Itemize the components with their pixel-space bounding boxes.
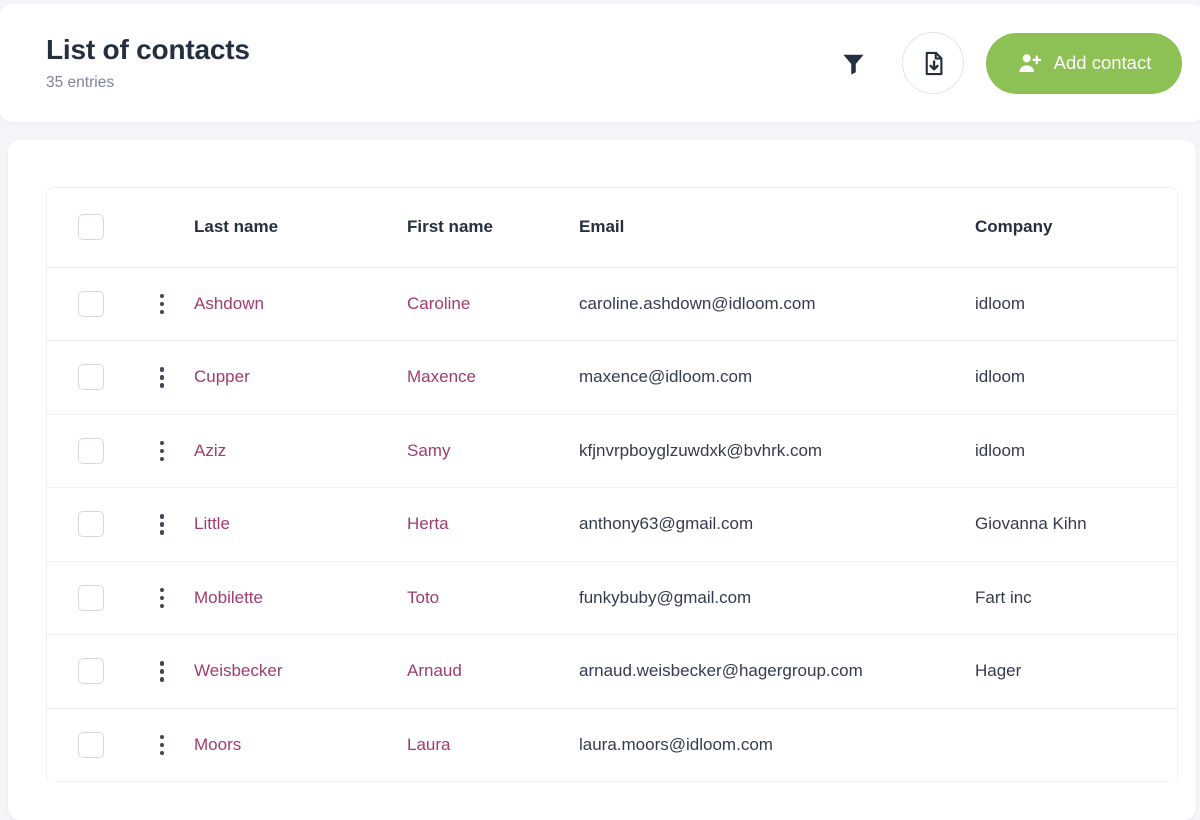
contacts-table-card: Last name First name Email Company Ashdo… [8,140,1196,820]
column-header-first-name[interactable]: First name [406,188,577,267]
row-menu-dots-icon[interactable] [151,511,173,537]
row-menu-dots-icon[interactable] [151,438,173,464]
header-actions: Add contact [830,32,1182,94]
add-contact-button[interactable]: Add contact [986,33,1182,94]
person-plus-icon [1017,51,1042,76]
cell-company: Hager [973,635,1178,709]
table-row: Cupper Maxence maxence@idloom.com idloom [47,341,1178,415]
cell-first-name: Maxence [406,341,577,415]
last-name-link[interactable]: Ashdown [194,294,264,313]
last-name-link[interactable]: Cupper [194,367,250,386]
cell-last-name: Moors [193,708,406,782]
row-menu-dots-icon[interactable] [151,364,173,390]
filter-funnel-icon [840,50,867,77]
select-all-checkbox[interactable] [78,214,104,240]
row-select-cell [47,488,193,562]
page-header-card: List of contacts 35 entries [0,4,1200,122]
cell-last-name: Aziz [193,414,406,488]
cell-first-name: Arnaud [406,635,577,709]
row-menu-dots-icon[interactable] [151,732,173,758]
first-name-link[interactable]: Herta [407,514,449,533]
contacts-table-wrap: Last name First name Email Company Ashdo… [46,187,1178,782]
table-header-row: Last name First name Email Company [47,188,1178,267]
cell-company: idloom [973,414,1178,488]
row-menu-dots-icon[interactable] [151,658,173,684]
cell-last-name: Mobilette [193,561,406,635]
cell-first-name: Samy [406,414,577,488]
cell-last-name: Little [193,488,406,562]
row-select-cell [47,341,193,415]
first-name-link[interactable]: Toto [407,588,439,607]
cell-company: idloom [973,341,1178,415]
cell-last-name: Weisbecker [193,635,406,709]
last-name-link[interactable]: Weisbecker [194,661,283,680]
table-header-select [47,188,193,267]
cell-company [973,708,1178,782]
cell-email: laura.moors@idloom.com [577,708,973,782]
row-select-cell [47,267,193,341]
column-header-last-name[interactable]: Last name [193,188,406,267]
file-download-icon [920,50,947,77]
row-menu-dots-icon[interactable] [151,291,173,317]
table-row: Little Herta anthony63@gmail.com Giovann… [47,488,1178,562]
column-header-email[interactable]: Email [577,188,973,267]
row-checkbox[interactable] [78,364,104,390]
add-contact-label: Add contact [1054,52,1152,74]
entries-count: 35 entries [46,74,830,93]
last-name-link[interactable]: Aziz [194,441,226,460]
table-row: Weisbecker Arnaud arnaud.weisbecker@hage… [47,635,1178,709]
row-menu-dots-icon[interactable] [151,585,173,611]
cell-email: kfjnvrpboyglzuwdxk@bvhrk.com [577,414,973,488]
cell-company: Fart inc [973,561,1178,635]
row-select-cell [47,635,193,709]
row-checkbox[interactable] [78,585,104,611]
column-header-company[interactable]: Company [973,188,1178,267]
cell-first-name: Toto [406,561,577,635]
first-name-link[interactable]: Caroline [407,294,470,313]
row-checkbox[interactable] [78,658,104,684]
table-row: Moors Laura laura.moors@idloom.com [47,708,1178,782]
row-checkbox[interactable] [78,732,104,758]
cell-first-name: Laura [406,708,577,782]
row-select-cell [47,561,193,635]
first-name-link[interactable]: Laura [407,735,450,754]
row-select-cell [47,414,193,488]
last-name-link[interactable]: Mobilette [194,588,263,607]
filter-button[interactable] [830,40,876,86]
cell-email: maxence@idloom.com [577,341,973,415]
cell-company: Giovanna Kihn [973,488,1178,562]
cell-last-name: Cupper [193,341,406,415]
contacts-table: Last name First name Email Company Ashdo… [47,188,1178,782]
page-title: List of contacts [46,34,830,66]
first-name-link[interactable]: Arnaud [407,661,462,680]
cell-email: arnaud.weisbecker@hagergroup.com [577,635,973,709]
cell-email: funkybuby@gmail.com [577,561,973,635]
table-row: Ashdown Caroline caroline.ashdown@idloom… [47,267,1178,341]
cell-company: idloom [973,267,1178,341]
first-name-link[interactable]: Samy [407,441,450,460]
row-select-cell [47,708,193,782]
last-name-link[interactable]: Little [194,514,230,533]
cell-first-name: Herta [406,488,577,562]
first-name-link[interactable]: Maxence [407,367,476,386]
row-checkbox[interactable] [78,511,104,537]
table-row: Mobilette Toto funkybuby@gmail.com Fart … [47,561,1178,635]
cell-email: anthony63@gmail.com [577,488,973,562]
header-title-group: List of contacts 35 entries [46,34,830,93]
cell-last-name: Ashdown [193,267,406,341]
cell-first-name: Caroline [406,267,577,341]
table-row: Aziz Samy kfjnvrpboyglzuwdxk@bvhrk.com i… [47,414,1178,488]
last-name-link[interactable]: Moors [194,735,241,754]
export-button[interactable] [902,32,964,94]
cell-email: caroline.ashdown@idloom.com [577,267,973,341]
row-checkbox[interactable] [78,291,104,317]
table-body: Ashdown Caroline caroline.ashdown@idloom… [47,267,1178,782]
row-checkbox[interactable] [78,438,104,464]
table-header: Last name First name Email Company [47,188,1178,267]
